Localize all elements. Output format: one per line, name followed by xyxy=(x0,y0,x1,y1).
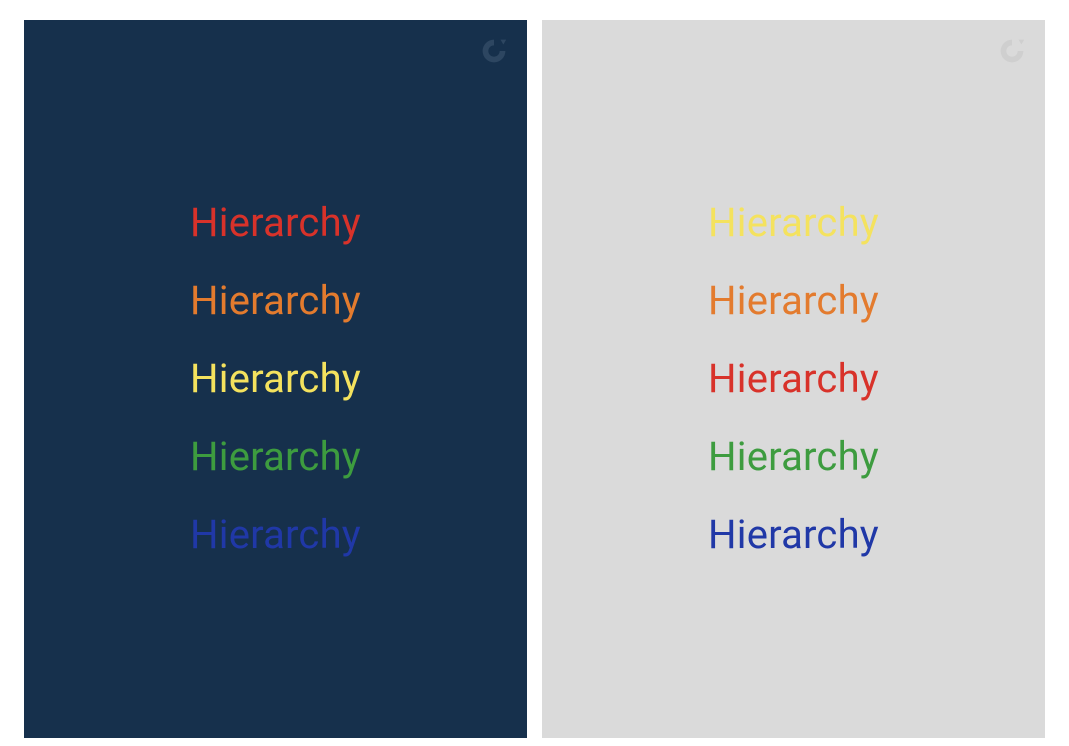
hierarchy-word: Hierarchy xyxy=(190,437,361,477)
diagram-stage: Hierarchy Hierarchy Hierarchy Hierarchy … xyxy=(0,0,1069,746)
hierarchy-word: Hierarchy xyxy=(190,281,361,321)
hierarchy-word: Hierarchy xyxy=(190,515,361,555)
hierarchy-word: Hierarchy xyxy=(190,359,361,399)
panel-dark: Hierarchy Hierarchy Hierarchy Hierarchy … xyxy=(24,20,527,738)
hierarchy-word: Hierarchy xyxy=(708,437,879,477)
g2-logo-icon xyxy=(999,38,1025,64)
hierarchy-word: Hierarchy xyxy=(708,281,879,321)
hierarchy-word: Hierarchy xyxy=(708,203,879,243)
hierarchy-word: Hierarchy xyxy=(708,515,879,555)
panel-light: Hierarchy Hierarchy Hierarchy Hierarchy … xyxy=(542,20,1045,738)
hierarchy-word: Hierarchy xyxy=(190,203,361,243)
g2-logo-icon xyxy=(481,38,507,64)
hierarchy-word: Hierarchy xyxy=(708,359,879,399)
